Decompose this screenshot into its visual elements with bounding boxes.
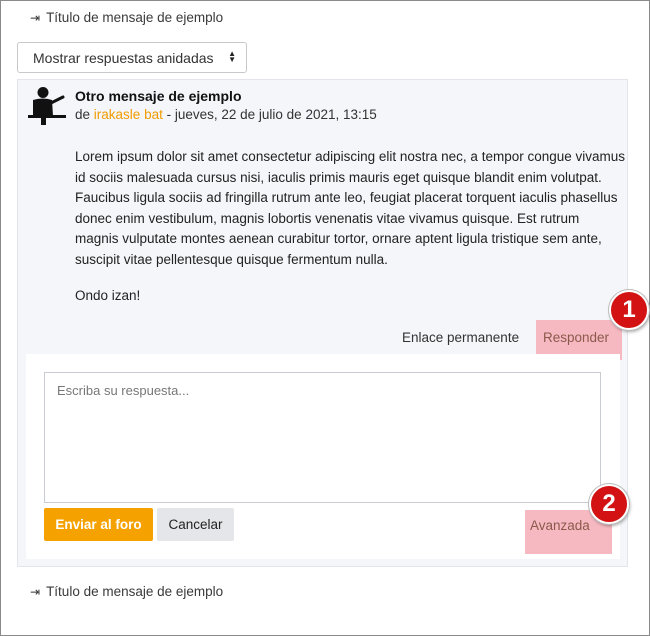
cancel-button[interactable]: Cancelar [157, 508, 234, 541]
step-badge-2: 2 [589, 484, 629, 524]
author-link[interactable]: irakasle bat [94, 107, 163, 122]
post-body: Lorem ipsum dolor sit amet consectetur a… [75, 147, 625, 307]
select-caret-icon: ▲ ▼ [228, 49, 236, 64]
step-badge-1: 1 [609, 290, 649, 330]
permalink-link[interactable]: Enlace permanente [402, 330, 519, 345]
display-mode-select[interactable]: Mostrar respuestas anidadas ▲ ▼ [17, 42, 247, 73]
post-paragraph: Lorem ipsum dolor sit amet consectetur a… [75, 149, 626, 267]
nav-link-bottom[interactable]: ⇥ Título de mensaje de ejemplo [30, 584, 223, 599]
nav-link-bottom-label: Título de mensaje de ejemplo [46, 584, 224, 599]
advanced-link[interactable]: Avanzada [530, 518, 590, 533]
reply-placeholder: Escriba su respuesta... [57, 383, 190, 398]
display-mode-value: Mostrar respuestas anidadas [33, 49, 214, 66]
reply-textarea[interactable]: Escriba su respuesta... [44, 372, 601, 503]
nav-link-top[interactable]: ⇥ Título de mensaje de ejemplo [30, 10, 223, 25]
by-prefix: de [75, 107, 91, 122]
post-date: - jueves, 22 de julio de 2021, 13:15 [166, 107, 377, 122]
arrow-left-icon: ⇥ [30, 584, 41, 599]
post-paragraph: Ondo izan! [75, 288, 141, 303]
user-avatar-icon [28, 87, 66, 125]
reply-link[interactable]: Responder [543, 330, 609, 345]
post-meta: de irakasle bat - jueves, 22 de julio de… [75, 107, 377, 122]
post-title: Otro mensaje de ejemplo [75, 88, 242, 104]
arrow-left-icon: ⇥ [30, 10, 41, 25]
nav-link-top-label: Título de mensaje de ejemplo [46, 10, 224, 25]
submit-to-forum-button[interactable]: Enviar al foro [44, 508, 153, 541]
